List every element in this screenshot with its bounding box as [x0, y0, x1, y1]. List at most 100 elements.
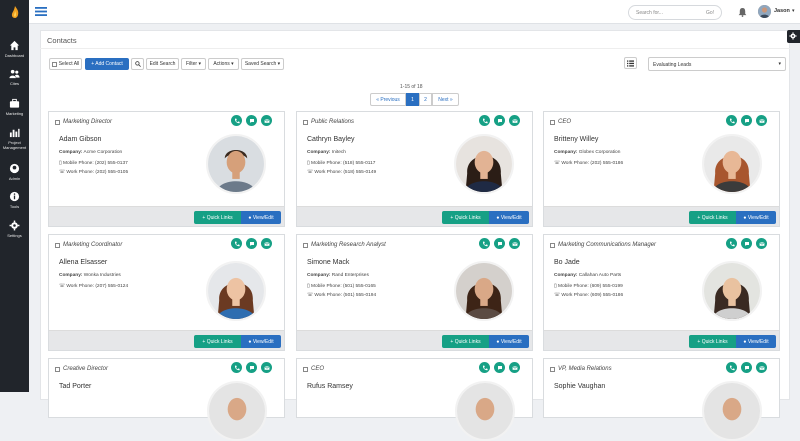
search-button[interactable]: [131, 58, 144, 70]
edit-search-button[interactable]: Edit Search: [146, 58, 179, 70]
next-page-button[interactable]: Next »: [432, 93, 459, 106]
email-icon[interactable]: [756, 115, 767, 126]
list-view-button[interactable]: [624, 57, 637, 69]
chat-icon[interactable]: [494, 115, 505, 126]
contact-job-title: Marketing Coordinator: [63, 242, 123, 248]
email-icon[interactable]: [756, 238, 767, 249]
contact-checkbox[interactable]: [550, 243, 555, 248]
view-edit-button[interactable]: ● View/Edit: [489, 335, 529, 348]
saved-search-button[interactable]: Saved Search ▾: [241, 58, 284, 70]
contact-checkbox[interactable]: [303, 120, 308, 125]
call-icon[interactable]: [231, 238, 242, 249]
chevron-down-icon: ▾: [197, 61, 202, 67]
contact-checkbox[interactable]: [55, 367, 60, 372]
contact-name[interactable]: Adam Gibson: [59, 136, 101, 143]
chat-icon[interactable]: [246, 362, 257, 373]
call-icon[interactable]: [726, 362, 737, 373]
contact-checkbox[interactable]: [550, 120, 555, 125]
contact-name[interactable]: Tad Porter: [59, 383, 91, 390]
quick-links-button[interactable]: + Quick Links: [194, 211, 241, 224]
call-icon[interactable]: [479, 362, 490, 373]
nav-settings[interactable]: Settings: [0, 220, 29, 238]
email-icon[interactable]: [261, 238, 272, 249]
contact-checkbox[interactable]: [550, 367, 555, 372]
page-2-button[interactable]: 2: [419, 93, 432, 106]
nav-tools[interactable]: Tools: [0, 191, 29, 209]
nav-admin[interactable]: Admin: [0, 163, 29, 181]
call-icon[interactable]: [726, 115, 737, 126]
quick-links-button[interactable]: + Quick Links: [442, 335, 489, 348]
nav-marketing[interactable]: Marketing: [0, 98, 29, 116]
previous-page-button[interactable]: « Previous: [370, 93, 406, 106]
add-contact-button[interactable]: + Add Contact: [85, 58, 129, 70]
search-go-button[interactable]: Go!: [706, 10, 714, 16]
view-edit-button[interactable]: ● View/Edit: [736, 211, 776, 224]
select-all-checkbox[interactable]: [51, 61, 57, 67]
contact-checkbox[interactable]: [303, 367, 308, 372]
hamburger-menu-icon[interactable]: [35, 6, 47, 17]
contact-checkbox[interactable]: [303, 243, 308, 248]
bell-icon[interactable]: [738, 7, 747, 17]
nav-dashboard[interactable]: Dashboard: [0, 40, 29, 58]
email-icon[interactable]: [509, 238, 520, 249]
page-1-button[interactable]: 1: [406, 93, 419, 106]
saved-filter-select[interactable]: Evaluating Leads ▾: [648, 57, 786, 71]
user-avatar[interactable]: [758, 5, 771, 18]
settings-tab[interactable]: [787, 30, 800, 43]
contact-name[interactable]: Cathryn Bayley: [307, 136, 354, 143]
app-logo[interactable]: [0, 0, 29, 24]
call-icon[interactable]: [726, 238, 737, 249]
quick-links-button[interactable]: + Quick Links: [194, 335, 241, 348]
select-all-button[interactable]: Select All: [49, 58, 82, 70]
gear-icon: [9, 220, 20, 231]
nav-cites[interactable]: Cites: [0, 68, 29, 86]
call-icon[interactable]: [479, 238, 490, 249]
quick-links-button[interactable]: + Quick Links: [689, 211, 736, 224]
filter-button[interactable]: Filter ▾: [181, 58, 206, 70]
quick-links-button[interactable]: + Quick Links: [442, 211, 489, 224]
call-icon[interactable]: [479, 115, 490, 126]
contact-actions: [479, 115, 520, 126]
nav-label: Cites: [9, 81, 20, 86]
view-edit-button[interactable]: ● View/Edit: [489, 211, 529, 224]
chat-icon[interactable]: [741, 115, 752, 126]
chat-icon[interactable]: [246, 115, 257, 126]
actions-button[interactable]: Actions ▾: [208, 58, 239, 70]
search-input[interactable]: Search for... Go!: [628, 5, 722, 20]
chat-icon[interactable]: [246, 238, 257, 249]
contact-title-row: Marketing Coordinator: [55, 242, 193, 249]
contact-photo: [702, 261, 762, 321]
email-icon[interactable]: [509, 115, 520, 126]
chat-icon[interactable]: [494, 238, 505, 249]
contact-name[interactable]: Britteny Willey: [554, 136, 598, 143]
contact-name[interactable]: Bo Jade: [554, 259, 580, 266]
view-edit-button[interactable]: ● View/Edit: [241, 211, 281, 224]
contact-name[interactable]: Sophie Vaughan: [554, 383, 605, 390]
view-edit-button[interactable]: ● View/Edit: [241, 335, 281, 348]
email-icon[interactable]: [261, 115, 272, 126]
view-edit-button[interactable]: ● View/Edit: [736, 335, 776, 348]
saved-filter-value: Evaluating Leads: [653, 62, 692, 68]
call-icon[interactable]: [231, 115, 242, 126]
nav-label: Dashboard: [4, 53, 25, 58]
contact-name[interactable]: Simone Mack: [307, 259, 349, 266]
chevron-down-icon[interactable]: ▾: [792, 8, 795, 14]
contact-name[interactable]: Rufus Ramsey: [307, 383, 353, 390]
user-name[interactable]: Jason: [774, 8, 790, 14]
email-icon[interactable]: [261, 362, 272, 373]
chat-icon[interactable]: [741, 238, 752, 249]
call-icon[interactable]: [231, 362, 242, 373]
contact-photo: [702, 134, 762, 194]
work-phone: ☏ Work Phone: (202) 555-0186: [554, 161, 623, 166]
chat-icon[interactable]: [494, 362, 505, 373]
contact-name[interactable]: Allena Elsasser: [59, 259, 107, 266]
contact-checkbox[interactable]: [55, 243, 60, 248]
contact-checkbox[interactable]: [55, 120, 60, 125]
quick-links-button[interactable]: + Quick Links: [689, 335, 736, 348]
contact-job-title: Creative Director: [63, 366, 109, 372]
nav-label: Tools: [9, 204, 20, 209]
email-icon[interactable]: [756, 362, 767, 373]
email-icon[interactable]: [509, 362, 520, 373]
nav-project-management[interactable]: Project Management: [0, 127, 29, 150]
chat-icon[interactable]: [741, 362, 752, 373]
